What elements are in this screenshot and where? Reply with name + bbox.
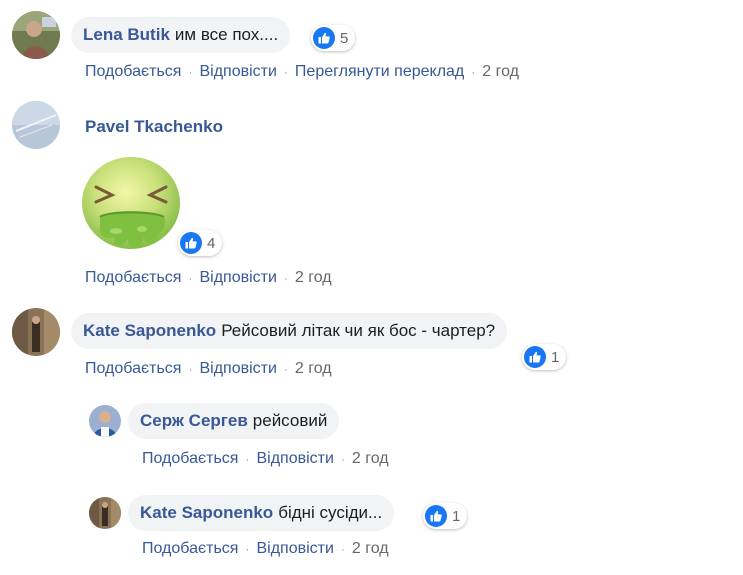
reply-link[interactable]: Відповісти — [199, 63, 276, 81]
separator: · — [245, 452, 250, 466]
reaction-count[interactable]: 4 — [178, 230, 223, 256]
reply-actions: Подобається · Відповісти · 2 год — [142, 450, 389, 468]
timestamp[interactable]: 2 год — [295, 360, 332, 378]
author-name[interactable]: Pavel Tkachenko — [85, 117, 223, 137]
comment-actions: Подобається · Відповісти · Переглянути п… — [85, 63, 519, 81]
separator: · — [471, 65, 476, 79]
timestamp[interactable]: 2 год — [352, 540, 389, 558]
reply-text: бідні сусіди... — [278, 503, 383, 522]
avatar[interactable] — [89, 405, 121, 437]
comment-text: Рейсовий літак чи як бос - чартер? — [221, 321, 496, 340]
separator: · — [188, 362, 193, 376]
reaction-number: 1 — [452, 507, 461, 525]
separator: · — [283, 271, 288, 285]
reply-link[interactable]: Відповісти — [199, 360, 276, 378]
reply-link[interactable]: Відповісти — [256, 450, 333, 468]
like-icon — [180, 232, 202, 254]
comment-actions: Подобається · Відповісти · 2 год — [85, 269, 332, 287]
avatar[interactable] — [12, 308, 60, 356]
author-name[interactable]: Серж Сергев — [140, 411, 248, 431]
reply-actions: Подобається · Відповісти · 2 год — [142, 540, 389, 558]
reaction-number: 1 — [551, 348, 560, 366]
reply-link[interactable]: Відповісти — [199, 269, 276, 287]
reaction-count[interactable]: 5 — [311, 25, 356, 51]
separator: · — [340, 542, 345, 556]
author-name[interactable]: Kate Saponenko — [83, 321, 216, 341]
reply-bubble: Kate Saponenko бідні сусіди... — [128, 495, 395, 531]
translate-link[interactable]: Переглянути переклад — [295, 63, 464, 81]
comment-actions: Подобається · Відповісти · 2 год — [85, 360, 332, 378]
like-link[interactable]: Подобається — [85, 269, 181, 287]
avatar[interactable] — [89, 497, 121, 529]
comment-text: им все пох.... — [174, 25, 279, 44]
reaction-number: 5 — [340, 29, 349, 47]
timestamp[interactable]: 2 год — [295, 269, 332, 287]
reply-text: рейсовий — [252, 411, 328, 430]
separator: · — [283, 65, 288, 79]
reaction-count[interactable]: 1 — [423, 503, 468, 529]
like-link[interactable]: Подобається — [85, 63, 181, 81]
avatar[interactable] — [12, 101, 60, 149]
comment-bubble: Kate Saponenko Рейсовий літак чи як бос … — [71, 313, 508, 349]
avatar[interactable] — [12, 11, 60, 59]
sick-face-sticker — [76, 147, 186, 257]
reaction-count[interactable]: 1 — [522, 344, 567, 370]
author-name[interactable]: Kate Saponenko — [140, 503, 273, 523]
timestamp[interactable]: 2 год — [352, 450, 389, 468]
separator: · — [340, 452, 345, 466]
like-icon — [425, 505, 447, 527]
separator: · — [245, 542, 250, 556]
author-name[interactable]: Lena Butik — [83, 25, 170, 45]
separator: · — [188, 65, 193, 79]
like-link[interactable]: Подобається — [85, 360, 181, 378]
reply-link[interactable]: Відповісти — [256, 540, 333, 558]
like-link[interactable]: Подобається — [142, 540, 238, 558]
reaction-number: 4 — [207, 234, 216, 252]
like-icon — [313, 27, 335, 49]
timestamp[interactable]: 2 год — [482, 63, 519, 81]
like-link[interactable]: Подобається — [142, 450, 238, 468]
like-icon — [524, 346, 546, 368]
separator: · — [283, 362, 288, 376]
reply-bubble: Серж Сергев рейсовий — [128, 403, 340, 439]
separator: · — [188, 271, 193, 285]
comment-bubble: Lena Butik им все пох.... — [71, 17, 291, 53]
